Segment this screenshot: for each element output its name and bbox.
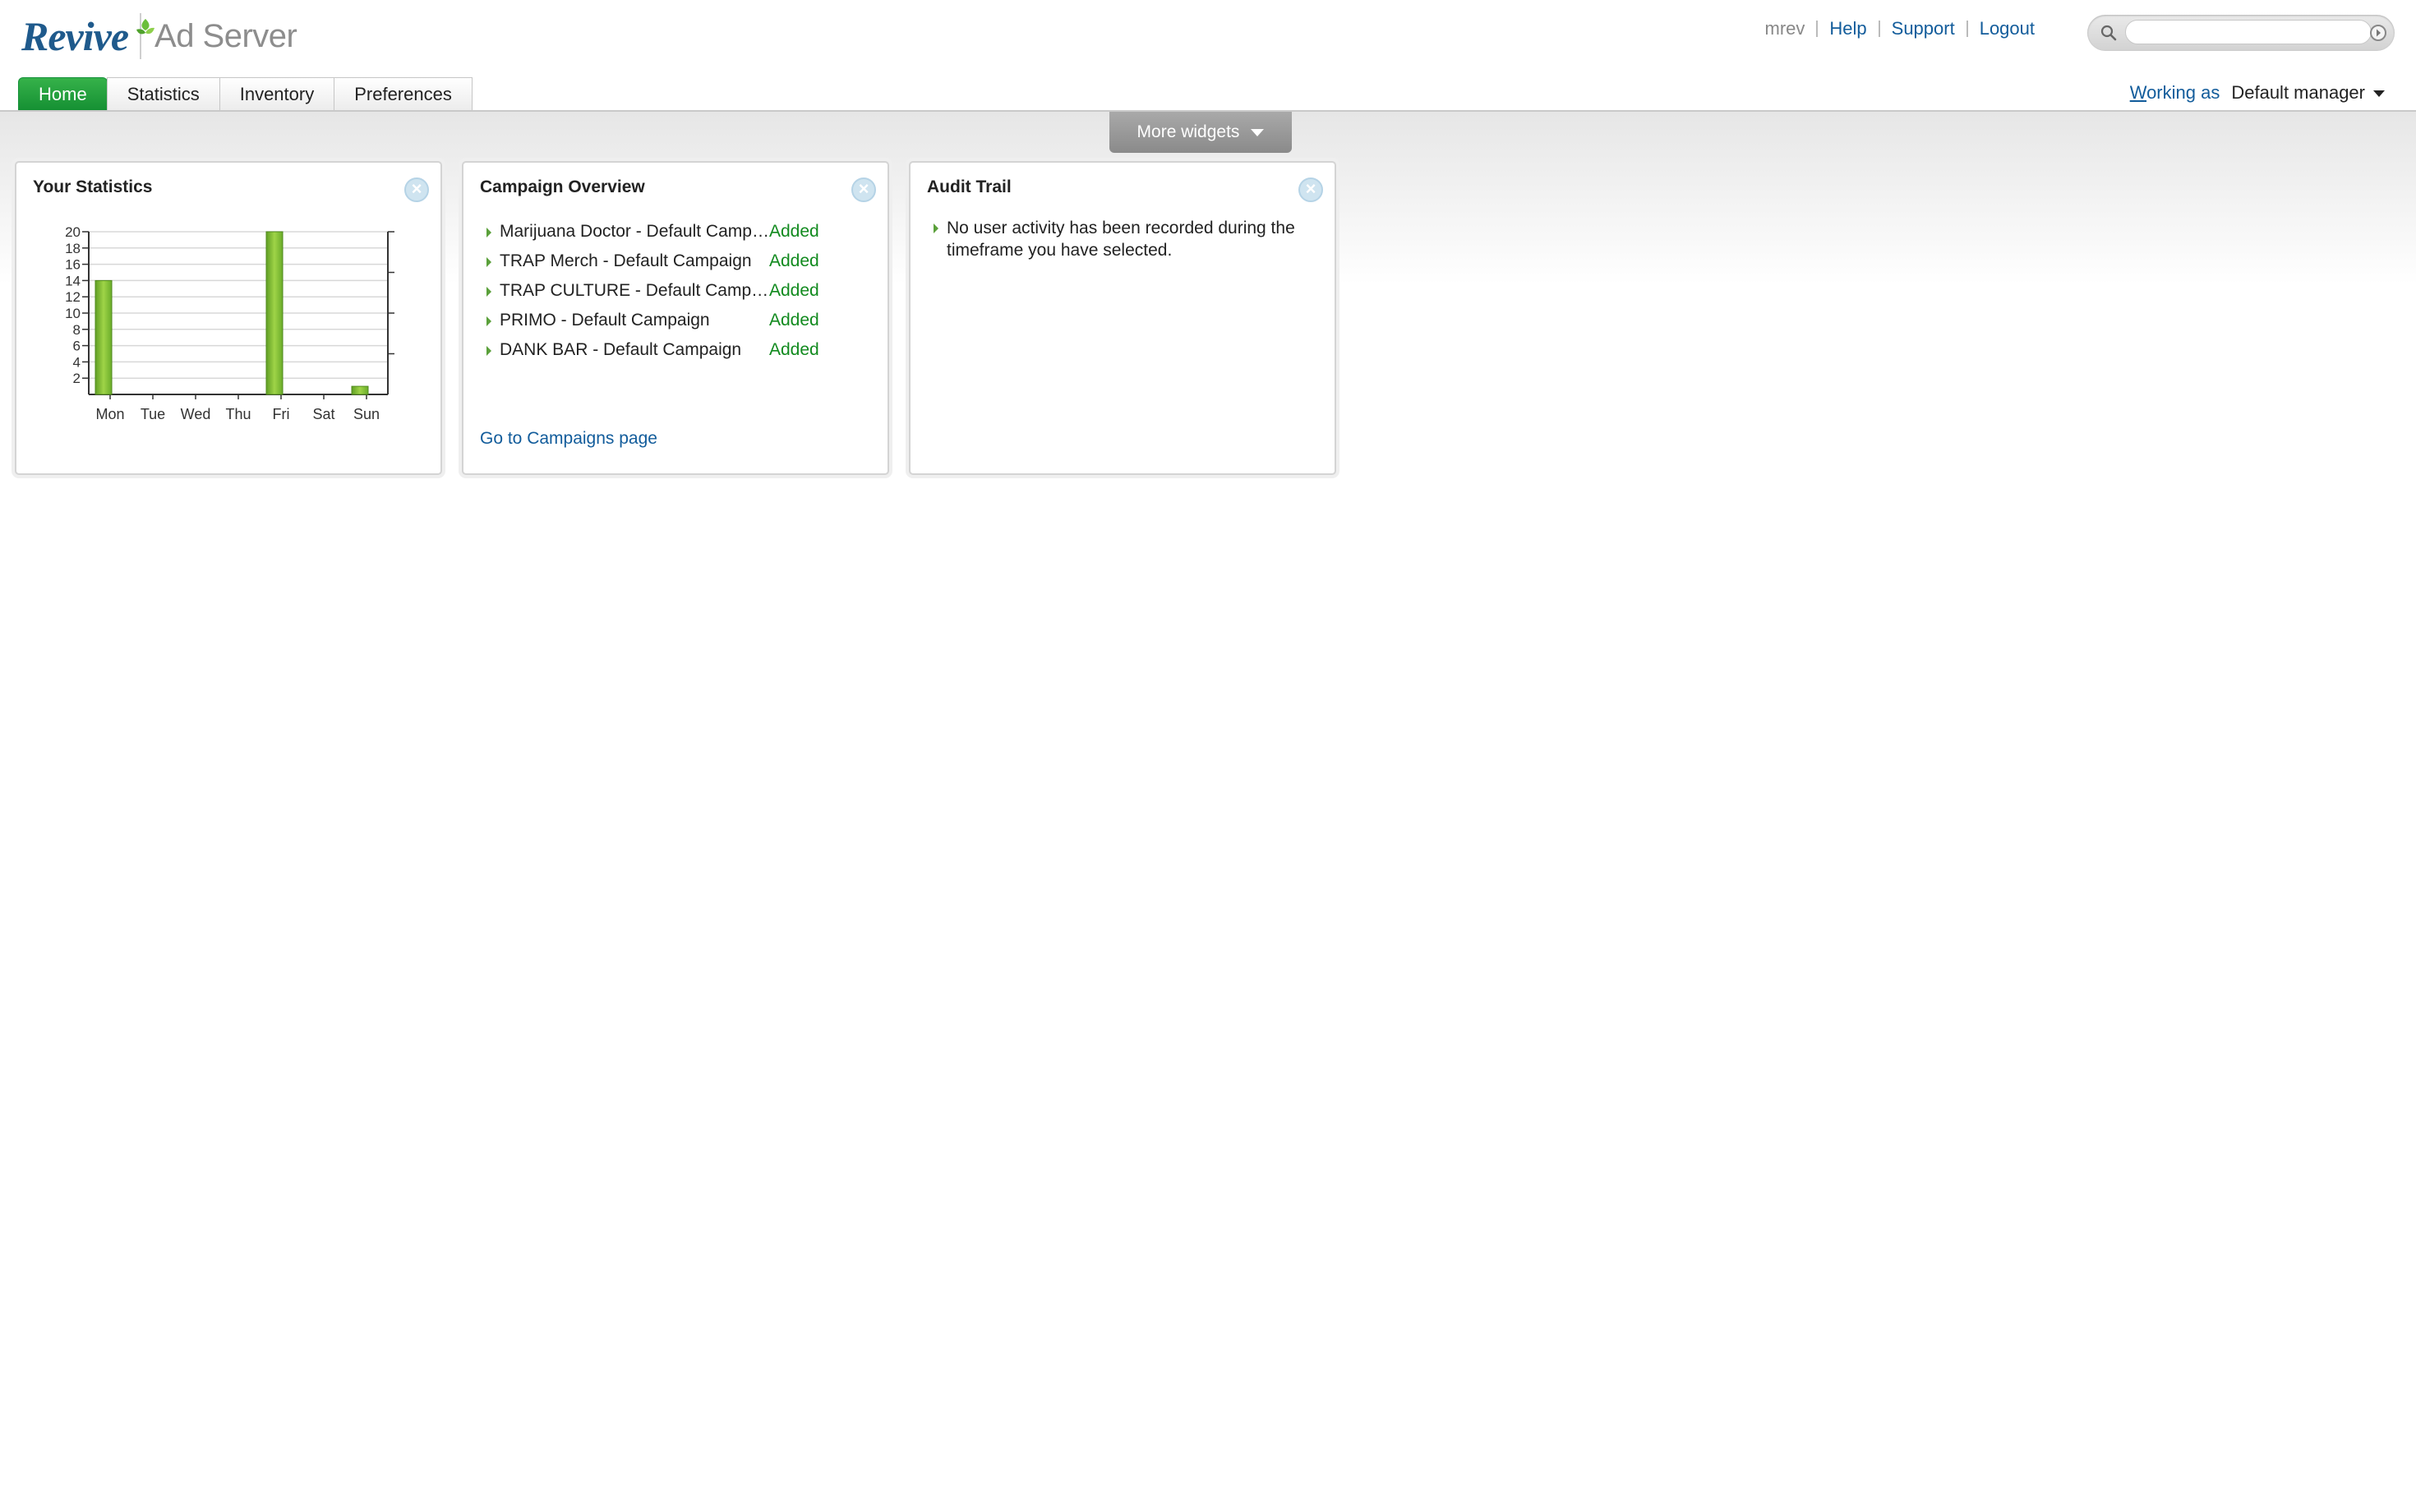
working-as-value: Default manager (2231, 82, 2365, 103)
tab-label: Statistics (127, 84, 200, 104)
tab-statistics[interactable]: Statistics (106, 77, 220, 110)
widget-campaign-overview: Campaign Overview × Marijuana Doctor - D… (462, 161, 889, 475)
logout-link[interactable]: Logout (1980, 18, 2035, 39)
campaign-row[interactable]: Marijuana Doctor - Default Campaign Adde… (480, 217, 874, 247)
tab-home[interactable]: Home (18, 77, 108, 118)
campaign-status: Added (769, 251, 819, 270)
x-tick-label: Sat (312, 406, 334, 422)
widget-your-statistics: Your Statistics × 24681012141618200.250.… (15, 161, 442, 475)
working-as-label: Working as (2129, 82, 2220, 103)
triangle-right-icon (486, 257, 491, 267)
triangle-right-icon (486, 287, 491, 297)
campaign-row[interactable]: PRIMO - Default Campaign Added (480, 306, 874, 335)
y-tick-label: 20 (65, 227, 81, 240)
tab-label: Inventory (239, 84, 315, 104)
campaign-status: Added (769, 222, 819, 241)
triangle-right-icon (486, 316, 491, 326)
campaign-name[interactable]: DANK BAR - Default Campaign (500, 335, 771, 365)
y-tick-label: 14 (65, 273, 81, 288)
tab-inventory[interactable]: Inventory (219, 77, 335, 110)
top-links: mrev Help Support Logout (1765, 18, 2036, 39)
campaign-name[interactable]: TRAP Merch - Default Campaign (500, 247, 771, 276)
campaign-name[interactable]: TRAP CULTURE - Default Campaign (500, 276, 771, 306)
y-tick-label: 10 (65, 306, 81, 321)
y-tick-label: 6 (73, 339, 81, 354)
caret-down-icon (1251, 128, 1265, 136)
y-tick-label: 18 (65, 241, 81, 256)
bar (351, 385, 369, 395)
statistics-chart: 24681012141618200.250.500.751MonTueWedTh… (65, 227, 394, 422)
logo-wordmark: Revive (21, 13, 129, 59)
x-tick-label: Sun (353, 406, 380, 422)
close-icon[interactable]: × (851, 177, 876, 202)
audit-message: No user activity has been recorded durin… (927, 217, 1321, 261)
x-tick-label: Fri (273, 406, 290, 422)
x-tick-label: Mon (95, 406, 124, 422)
y-tick-label: 2 (73, 371, 81, 386)
divider (1816, 21, 1819, 37)
tab-label: Home (39, 84, 87, 104)
widget-title: Campaign Overview (480, 177, 645, 196)
more-widgets-button[interactable]: More widgets (1109, 112, 1292, 153)
x-tick-label: Tue (141, 406, 165, 422)
bar (265, 231, 284, 395)
username: mrev (1764, 18, 1805, 39)
campaign-list: Marijuana Doctor - Default Campaign Adde… (480, 217, 874, 365)
widget-title: Your Statistics (33, 177, 153, 196)
triangle-right-icon (934, 224, 938, 233)
revive-logo[interactable]: Revive Ad Server (21, 12, 297, 61)
audit-message-text: No user activity has been recorded durin… (947, 219, 1295, 260)
triangle-right-icon (486, 346, 491, 356)
search-go-icon[interactable] (2368, 23, 2388, 43)
magnifier-icon[interactable] (2099, 23, 2119, 43)
triangle-right-icon (486, 228, 491, 237)
help-link[interactable]: Help (1829, 18, 1866, 39)
y-tick-label: 16 (65, 257, 81, 273)
main-tabs: Home Statistics Inventory Preferences (18, 77, 473, 118)
campaign-status: Added (769, 340, 819, 359)
campaign-status: Added (769, 281, 819, 300)
widget-title: Audit Trail (927, 177, 1012, 196)
y-tick-label: 4 (73, 354, 81, 370)
x-tick-label: Wed (181, 406, 211, 422)
working-as-selector[interactable]: Working as Default manager (2130, 82, 2385, 104)
header: Revive Ad Server mrev Help Support Logou… (0, 0, 2416, 118)
close-icon[interactable]: × (404, 177, 429, 202)
y-tick-label: 12 (65, 289, 81, 305)
product-name: Ad Server (154, 17, 297, 54)
campaign-row[interactable]: DANK BAR - Default Campaign Added (480, 335, 874, 365)
campaign-name[interactable]: PRIMO - Default Campaign (500, 306, 771, 335)
support-link[interactable]: Support (1892, 18, 1955, 39)
campaign-row[interactable]: TRAP Merch - Default Campaign Added (480, 247, 874, 276)
tab-preferences[interactable]: Preferences (334, 77, 473, 110)
search-input[interactable] (2125, 20, 2372, 44)
x-tick-label: Thu (225, 406, 251, 422)
bar (95, 279, 113, 395)
widget-audit-trail: Audit Trail × No user activity has been … (909, 161, 1336, 475)
search-box (2087, 15, 2395, 51)
campaign-row[interactable]: TRAP CULTURE - Default Campaign Added (480, 276, 874, 306)
divider (1966, 21, 1968, 37)
caret-down-icon (2373, 90, 2385, 97)
leaf-icon (136, 19, 154, 35)
more-widgets-label: More widgets (1137, 122, 1240, 141)
divider (1878, 21, 1880, 37)
campaign-name[interactable]: Marijuana Doctor - Default Campaign (500, 217, 771, 247)
close-icon[interactable]: × (1298, 177, 1323, 202)
y-tick-label: 8 (73, 322, 81, 338)
campaign-status: Added (769, 311, 819, 330)
tab-label: Preferences (354, 84, 452, 104)
go-to-campaigns-link[interactable]: Go to Campaigns page (480, 429, 657, 449)
